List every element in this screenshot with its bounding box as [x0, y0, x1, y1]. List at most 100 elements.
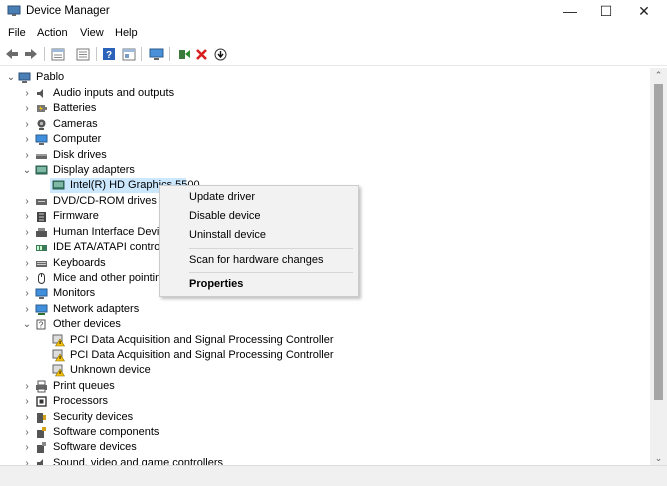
show-hidden-icon[interactable] — [75, 46, 91, 62]
tree-item-label: Software devices — [53, 441, 137, 453]
mouse-icon — [38, 273, 45, 284]
chevron-right-icon[interactable]: › — [22, 286, 32, 301]
scrollbar-thumb[interactable] — [654, 84, 663, 400]
chevron-right-icon[interactable]: › — [22, 240, 32, 255]
chevron-down-icon[interactable]: ⌄ — [22, 163, 32, 178]
disk-drive-icon — [36, 154, 47, 159]
uninstall-icon[interactable] — [193, 46, 209, 62]
toolbar-separator — [141, 47, 142, 61]
title-bar: Device Manager — ☐ ✕ — [0, 0, 667, 24]
tree-item-pci-controller-1[interactable]: PCI Data Acquisition and Signal Processi… — [0, 333, 650, 348]
tree-item-cameras[interactable]: › Cameras — [0, 117, 650, 132]
forward-icon[interactable] — [23, 46, 39, 62]
tree-root[interactable]: ⌄ Pablo — [0, 70, 650, 85]
chevron-right-icon[interactable]: › — [22, 394, 32, 409]
chevron-right-icon[interactable]: › — [22, 271, 32, 286]
chevron-right-icon[interactable]: › — [22, 410, 32, 425]
tree-item-network-adapters[interactable]: › Network adapters — [0, 302, 650, 317]
menu-disable-device[interactable]: Disable device — [160, 207, 358, 226]
tree-item-computer[interactable]: › Computer — [0, 132, 650, 147]
chevron-down-icon[interactable]: ⌄ — [6, 70, 16, 85]
tree-item-security-devices[interactable]: › Security devices — [0, 410, 650, 425]
chevron-right-icon[interactable]: › — [22, 302, 32, 317]
update-driver-icon[interactable] — [176, 46, 192, 62]
tree-item-label: Security devices — [53, 411, 134, 423]
tree-item-processors[interactable]: › Processors — [0, 394, 650, 409]
tree-item-label: DVD/CD-ROM drives — [53, 195, 157, 207]
processor-icon — [36, 396, 47, 407]
chevron-right-icon[interactable]: › — [22, 132, 32, 147]
help-icon[interactable]: ? — [101, 46, 117, 62]
menu-scan-hardware[interactable]: Scan for hardware changes — [160, 251, 358, 270]
chevron-right-icon[interactable]: › — [22, 425, 32, 440]
computer-root-icon — [18, 72, 31, 83]
menu-uninstall-device[interactable]: Uninstall device — [160, 226, 358, 245]
menu-view[interactable]: View — [80, 27, 104, 39]
tree-item-audio[interactable]: › Audio inputs and outputs — [0, 86, 650, 101]
tree-item-print-queues[interactable]: › Print queues — [0, 379, 650, 394]
menu-item-label: Disable device — [189, 210, 261, 222]
chevron-right-icon[interactable]: › — [22, 148, 32, 163]
action-icon[interactable] — [121, 46, 137, 62]
display-adapter-icon — [52, 180, 65, 190]
menu-item-label: Scan for hardware changes — [189, 254, 324, 266]
software-component-icon — [37, 427, 46, 438]
minimize-button[interactable]: — — [550, 0, 590, 22]
tree-item-label: PCI Data Acquisition and Signal Processi… — [70, 334, 334, 346]
tree-item-software-devices[interactable]: › Software devices — [0, 440, 650, 455]
tree-item-label: Batteries — [53, 102, 97, 114]
hid-icon — [36, 228, 47, 237]
ide-controller-icon — [36, 245, 47, 251]
chevron-right-icon[interactable]: › — [22, 225, 32, 240]
tree-item-pci-controller-2[interactable]: PCI Data Acquisition and Signal Processi… — [0, 348, 650, 363]
tree-item-label: Firmware — [53, 210, 99, 222]
properties-view-icon[interactable] — [50, 46, 66, 62]
tree-item-software-components[interactable]: › Software components — [0, 425, 650, 440]
monitor-icon[interactable] — [148, 46, 164, 62]
tree-item-label: Software components — [53, 426, 160, 438]
chevron-right-icon[interactable]: › — [22, 379, 32, 394]
tree-item-label: Display adapters — [53, 164, 135, 176]
tree-item-other-devices[interactable]: ⌄ ? Other devices — [0, 317, 650, 332]
monitor-icon — [35, 288, 48, 299]
vertical-scrollbar[interactable]: ⌃ ⌄ — [650, 68, 667, 465]
chevron-right-icon[interactable]: › — [22, 256, 32, 271]
maximize-button[interactable]: ☐ — [586, 0, 626, 22]
chevron-down-icon[interactable]: ⌄ — [22, 317, 32, 332]
software-device-icon — [37, 442, 46, 453]
battery-icon — [37, 105, 47, 112]
svg-text:?: ? — [106, 50, 112, 61]
chevron-right-icon[interactable]: › — [22, 194, 32, 209]
chevron-right-icon[interactable]: › — [22, 456, 32, 465]
context-menu: Update driver Disable device Uninstall d… — [159, 185, 359, 297]
menu-help[interactable]: Help — [115, 27, 138, 39]
menu-action[interactable]: Action — [37, 27, 68, 39]
scroll-up-icon[interactable]: ⌃ — [650, 68, 667, 82]
tree-item-display-adapters[interactable]: ⌄ Display adapters — [0, 163, 650, 178]
window-title: Device Manager — [26, 5, 110, 17]
chevron-right-icon[interactable]: › — [22, 86, 32, 101]
chevron-right-icon[interactable]: › — [22, 209, 32, 224]
tree-item-label: Human Interface Devices — [53, 226, 177, 238]
tree-item-unknown-device[interactable]: Unknown device — [0, 363, 650, 378]
menu-properties[interactable]: Properties — [160, 275, 358, 294]
back-icon[interactable] — [4, 46, 20, 62]
menu-update-driver[interactable]: Update driver — [160, 188, 358, 207]
menu-separator — [189, 248, 353, 249]
status-bar — [0, 465, 667, 486]
menu-file[interactable]: File — [8, 27, 26, 39]
tree-item-disk-drives[interactable]: › Disk drives — [0, 148, 650, 163]
computer-icon — [35, 134, 48, 145]
menu-item-label: Properties — [189, 278, 244, 290]
chevron-right-icon[interactable]: › — [22, 440, 32, 455]
tree-item-label: Unknown device — [70, 364, 151, 376]
tree-item-batteries[interactable]: › Batteries — [0, 101, 650, 116]
firmware-icon — [37, 212, 46, 222]
speaker-icon — [37, 89, 43, 98]
scroll-down-icon[interactable]: ⌄ — [650, 451, 667, 465]
chevron-right-icon[interactable]: › — [22, 101, 32, 116]
download-icon[interactable] — [212, 46, 228, 62]
chevron-right-icon[interactable]: › — [22, 117, 32, 132]
tree-item-sound-controllers[interactable]: › Sound, video and game controllers — [0, 456, 650, 465]
close-button[interactable]: ✕ — [624, 0, 664, 22]
